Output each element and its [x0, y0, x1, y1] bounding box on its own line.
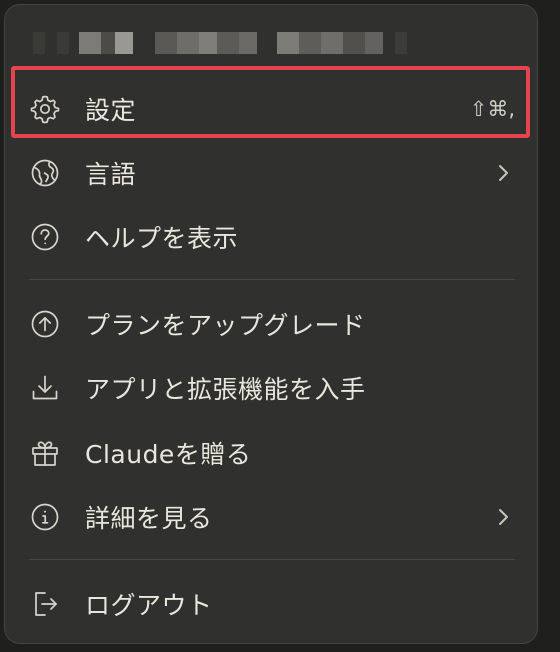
menu-divider [29, 559, 515, 560]
gear-icon [29, 93, 61, 125]
menu-item-help[interactable]: ヘルプを表示 [17, 205, 527, 269]
keyboard-shortcut: ⇧⌘, [469, 97, 515, 121]
account-email-redacted [33, 31, 407, 55]
menu-item-logout[interactable]: ログアウト [17, 572, 527, 636]
menu-item-label: アプリと拡張機能を入手 [85, 375, 366, 404]
account-menu: 設定 ⇧⌘, 言語 ヘルプを表示 プランをアップグレード アプリと拡張機能を入手… [4, 4, 538, 644]
info-circle-icon [29, 501, 61, 533]
gift-icon [29, 437, 61, 469]
help-circle-icon [29, 221, 61, 253]
logout-icon [29, 588, 61, 620]
menu-item-settings[interactable]: 設定 ⇧⌘, [17, 77, 527, 141]
download-icon [29, 372, 61, 404]
menu-item-gift-claude[interactable]: Claudeを贈る [17, 421, 527, 485]
chevron-right-icon [491, 485, 515, 549]
menu-item-label: 設定 [85, 96, 137, 125]
menu-item-learn-more[interactable]: 詳細を見る [17, 485, 527, 549]
menu-item-label: Claudeを贈る [85, 440, 252, 469]
chevron-right-icon [491, 141, 515, 205]
menu-item-label: 言語 [85, 160, 137, 189]
menu-item-label: 詳細を見る [85, 504, 213, 533]
menu-item-label: ヘルプを表示 [85, 224, 239, 253]
globe-icon [29, 157, 61, 189]
menu-divider [29, 279, 515, 280]
menu-item-label: プランをアップグレード [85, 311, 366, 340]
menu-item-upgrade-plan[interactable]: プランをアップグレード [17, 292, 527, 356]
arrow-up-circle-icon [29, 308, 61, 340]
menu-item-label: ログアウト [85, 591, 213, 620]
menu-item-get-apps[interactable]: アプリと拡張機能を入手 [17, 356, 527, 420]
menu-item-language[interactable]: 言語 [17, 141, 527, 205]
